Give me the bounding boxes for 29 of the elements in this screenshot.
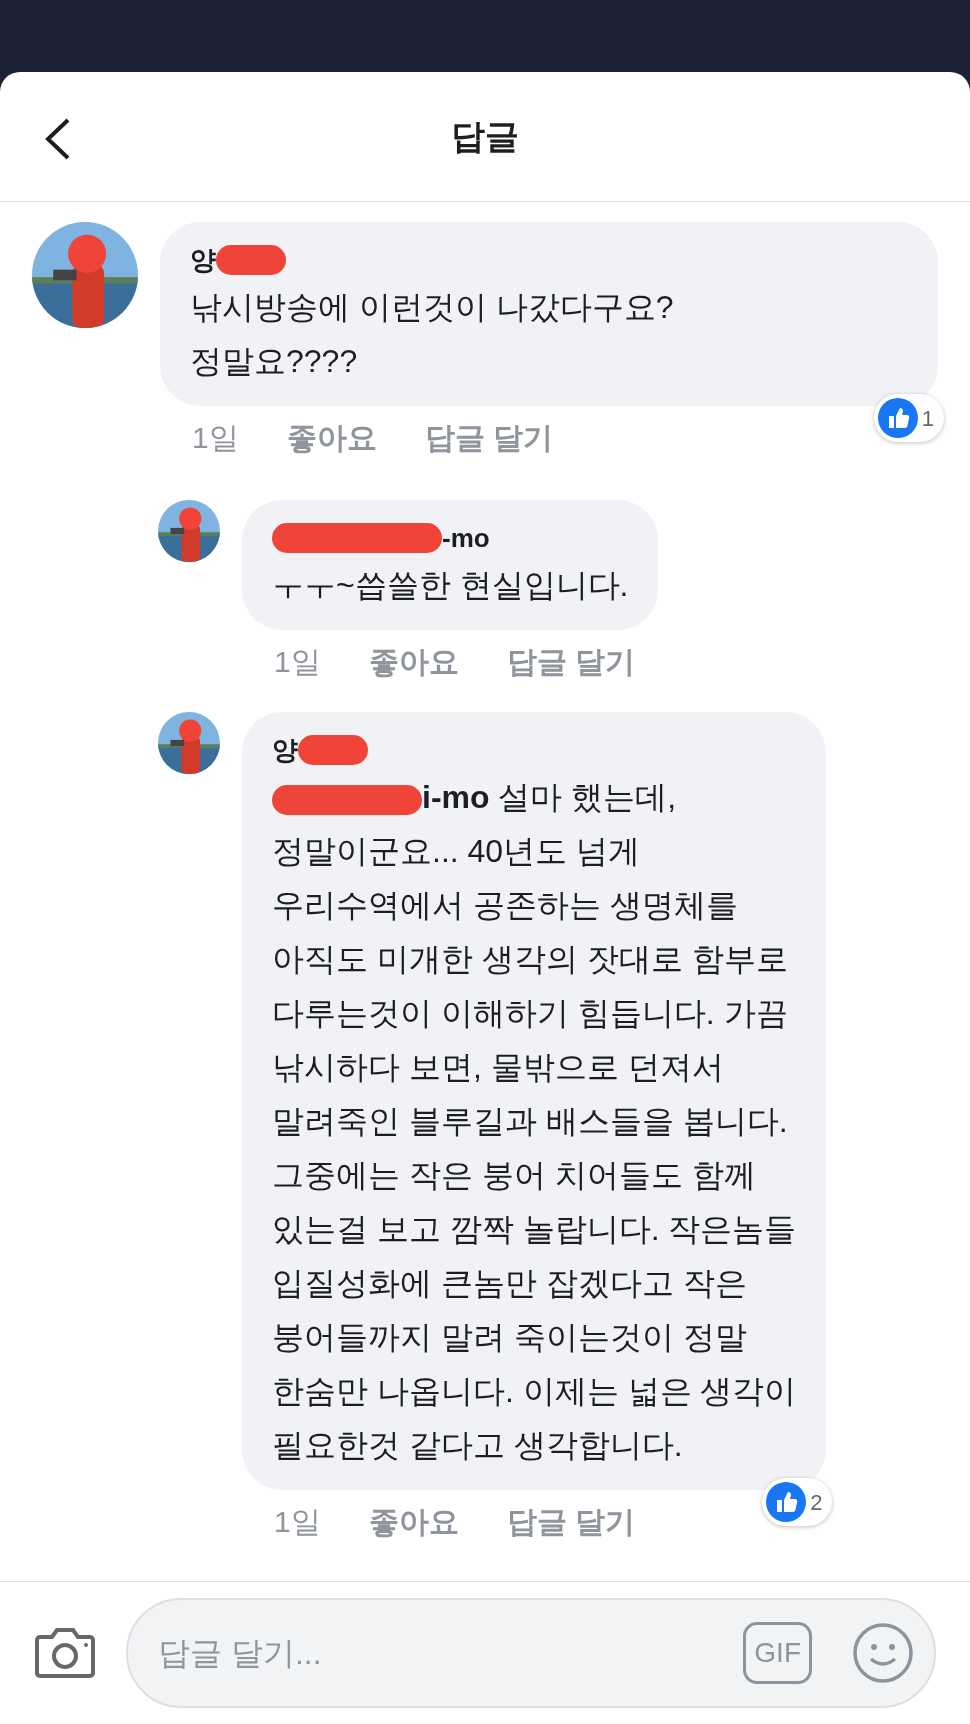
emoji-icon[interactable] [852, 1622, 914, 1684]
like-link[interactable]: 좋아요 [286, 416, 377, 460]
gif-button[interactable]: GIF [743, 1622, 812, 1684]
camera-icon[interactable] [34, 1625, 96, 1681]
reaction-badge[interactable]: 1 [873, 394, 944, 442]
comment-text: i-mo 설마 했는데, 정말이군요... 40년도 넘게 우리수역에서 공존하는 생명체를 아직도 미개한 생각의 잣대로 함부로 다루는것이 이해하기 힘듭니다. 가끔 낚시하다 보면, 물밖으로 던져서 말려죽인 블루길과 배스들을 봅니다. 그중에는 작은 붕어 치어들도 함께 있는걸 보고 깜짝 놀랍니다. 작은놈들 입질성화에 큰놈만 잡겠다고 작은 붕어들까지 말려 죽이는것이 정말 한숨만 나옵니다. 이제는 넓은 생각이 필요한것 같다고 생각합니다. [272, 778, 797, 1465]
like-link[interactable]: 좋아요 [368, 1500, 459, 1544]
like-link[interactable]: 좋아요 [368, 640, 459, 684]
comment-text: 낚시방송에 이런것이 나갔다구요? 정말요???? [190, 288, 675, 381]
mention-link[interactable]: i-mo [422, 779, 490, 815]
redaction-mark [298, 735, 368, 765]
reaction-count: 1 [921, 404, 934, 433]
comment-time: 1일 [274, 1504, 321, 1540]
thumbs-up-icon [877, 398, 918, 438]
author-name[interactable]: 양 [190, 240, 216, 280]
comment-time: 1일 [274, 644, 321, 680]
author-name[interactable]: 양 [272, 730, 298, 770]
comment-time: 1일 [192, 420, 239, 456]
reaction-count: 2 [810, 1488, 823, 1517]
thumbs-up-icon [766, 1482, 807, 1522]
comment-text: ㅜㅜ~씁쓸한 현실입니다. [272, 566, 629, 605]
reply-link[interactable]: 답글 달기 [506, 640, 636, 684]
author-name[interactable]: -mo [442, 518, 490, 558]
reply-link[interactable]: 답글 달기 [424, 416, 554, 460]
redaction-mark [216, 245, 286, 275]
page-title: 답글 [451, 116, 519, 157]
reaction-badge[interactable]: 2 [762, 1478, 833, 1526]
reply-input-field[interactable]: 답글 달기... GIF [126, 1598, 936, 1708]
reply-link[interactable]: 답글 달기 [506, 1500, 636, 1544]
